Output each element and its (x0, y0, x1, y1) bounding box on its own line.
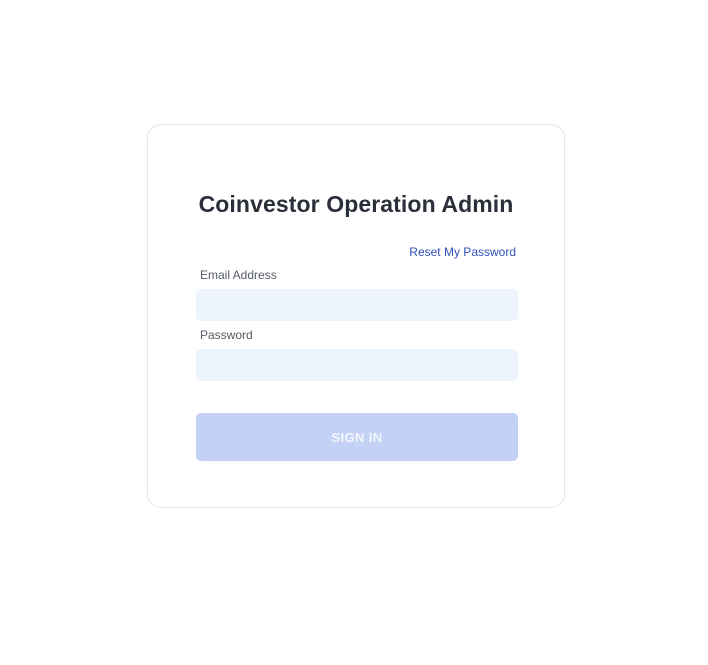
email-field[interactable] (196, 289, 518, 321)
reset-password-link[interactable]: Reset My Password (409, 245, 516, 259)
page-title: Coinvestor Operation Admin (198, 191, 514, 217)
password-label: Password (200, 328, 253, 342)
email-label: Email Address (200, 268, 277, 282)
login-page: Coinvestor Operation Admin Reset My Pass… (0, 0, 708, 665)
sign-in-button[interactable]: SIGN IN (196, 413, 518, 461)
password-field[interactable] (196, 349, 518, 381)
login-card: Coinvestor Operation Admin Reset My Pass… (147, 124, 565, 508)
